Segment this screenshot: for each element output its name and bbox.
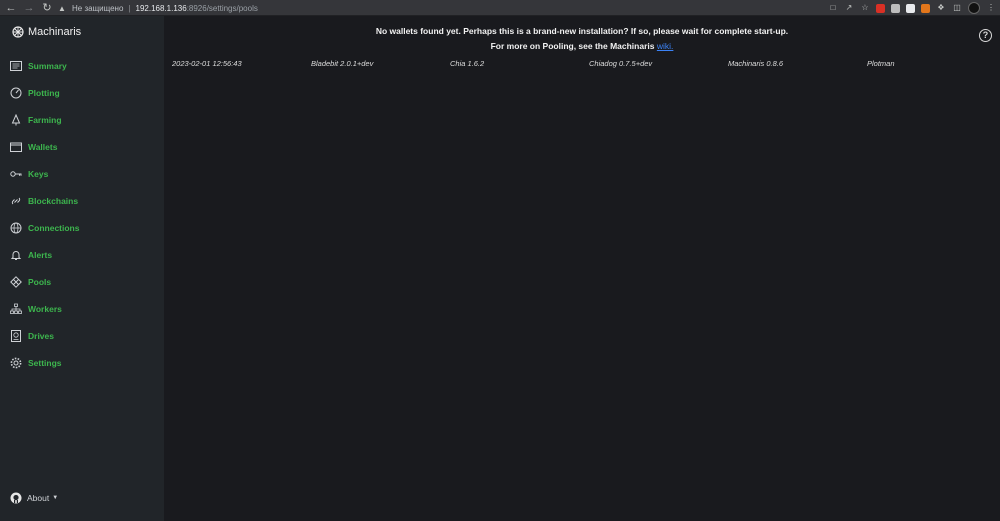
security-label: Не защищено <box>72 3 124 13</box>
speedometer-icon <box>10 87 22 99</box>
extension-gray-icon[interactable] <box>891 3 900 13</box>
wiki-link[interactable]: wiki. <box>657 41 674 51</box>
sidebar-item-label: Settings <box>28 358 62 368</box>
version-chiadog: Chiadog 0.7.5+dev <box>589 59 653 68</box>
sidebar-item-drives[interactable]: Drives <box>10 328 54 344</box>
about-label: About <box>27 493 50 503</box>
url-host: 192.168.1.136 <box>135 3 187 13</box>
main-content: No wallets found yet. Perhaps this is a … <box>164 16 1000 521</box>
sidebar-item-label: Workers <box>28 304 62 314</box>
wallet-icon <box>10 142 22 152</box>
bell-icon <box>10 251 22 260</box>
sidebar-item-farming[interactable]: Farming <box>10 112 62 128</box>
github-icon <box>10 492 22 504</box>
url-path: :8926/settings/pools <box>186 3 258 13</box>
translate-icon[interactable]: □ <box>828 3 838 13</box>
no-wallets-message: No wallets found yet. Perhaps this is a … <box>375 26 789 36</box>
back-icon[interactable]: ← <box>4 1 18 15</box>
browser-toolbar: ← → ↻ ▲ Не защищено | 192.168.1.136 :892… <box>0 0 1000 16</box>
reload-icon[interactable]: ↻ <box>40 1 54 15</box>
diamond-icon <box>10 276 22 288</box>
key-icon <box>10 171 22 177</box>
sidebar-item-label: Connections <box>28 223 80 233</box>
pooling-info-message: For more on Pooling, see the Machinaris … <box>164 41 1000 51</box>
version-plotman: Plotman <box>867 59 895 68</box>
metamask-icon[interactable] <box>921 3 930 13</box>
version-info-row: 2023-02-01 12:56:43 Bladebit 2.0.1+dev C… <box>172 59 992 71</box>
gear-icon <box>10 357 22 369</box>
sidebar-item-summary[interactable]: Summary <box>10 58 67 74</box>
diagram-icon <box>10 303 22 314</box>
drive-icon <box>11 330 21 342</box>
caret-down-icon: ▼ <box>52 495 59 501</box>
kebab-menu-icon[interactable]: ⋮ <box>986 3 996 13</box>
sidebar-item-label: Summary <box>28 61 67 71</box>
sidebar-item-label: Blockchains <box>28 196 79 206</box>
version-machinaris: Machinaris 0.8.6 <box>728 59 784 68</box>
sidebar-item-keys[interactable]: Keys <box>10 166 48 182</box>
browser-extensions: □ ↗ ☆ ❖ ◫ ⋮ <box>828 1 996 15</box>
forward-icon[interactable]: → <box>22 1 36 15</box>
sidebar-item-alerts[interactable]: Alerts <box>10 247 52 263</box>
sidebar-item-label: Plotting <box>28 88 60 98</box>
sidebar-item-label: Keys <box>28 169 49 179</box>
sidebar-item-plotting[interactable]: Plotting <box>10 85 60 101</box>
sidebar-item-connections[interactable]: Connections <box>10 220 79 236</box>
link-icon <box>11 197 21 205</box>
address-bar[interactable]: ▲ Не защищено | 192.168.1.136 :8926/sett… <box>58 1 874 15</box>
warning-icon: ▲ <box>58 3 66 13</box>
help-icon[interactable]: ? <box>979 29 992 42</box>
extension-red-icon[interactable] <box>876 3 885 13</box>
brand[interactable]: Machinaris <box>12 24 81 40</box>
sidebar-item-blockchains[interactable]: Blockchains <box>10 193 78 209</box>
puzzle-icon[interactable]: ❖ <box>936 3 946 13</box>
tree-icon <box>11 114 21 126</box>
globe-icon <box>10 222 22 234</box>
machinaris-logo-icon <box>12 26 24 38</box>
sidebar-item-settings[interactable]: Settings <box>10 355 62 371</box>
share-icon[interactable]: ↗ <box>844 3 854 13</box>
address-separator: | <box>128 3 131 13</box>
pooling-info-text: For more on Pooling, see the Machinaris <box>490 41 657 51</box>
about-dropdown[interactable]: About ▼ <box>10 491 58 505</box>
version-bladebit: Bladebit 2.0.1+dev <box>311 59 374 68</box>
sidebar-item-workers[interactable]: Workers <box>10 301 62 317</box>
sidebar-item-pools[interactable]: Pools <box>10 274 51 290</box>
brand-name: Machinaris <box>28 26 82 38</box>
sidepanel-icon[interactable]: ◫ <box>952 3 962 13</box>
sidebar-item-wallets[interactable]: Wallets <box>10 139 57 155</box>
sidebar: Machinaris Summary Plotting Farming Wall… <box>0 16 164 521</box>
sidebar-item-label: Drives <box>28 331 54 341</box>
sidebar-item-label: Alerts <box>28 250 53 260</box>
sidebar-item-label: Wallets <box>28 142 58 152</box>
summary-icon <box>10 61 22 71</box>
extension-white-icon[interactable] <box>906 3 915 13</box>
sidebar-item-label: Farming <box>28 115 62 125</box>
sidebar-item-label: Pools <box>28 277 52 287</box>
version-timestamp: 2023-02-01 12:56:43 <box>172 59 242 68</box>
star-icon[interactable]: ☆ <box>860 3 870 13</box>
version-chia: Chia 1.6.2 <box>450 59 485 68</box>
profile-avatar[interactable] <box>968 2 980 14</box>
